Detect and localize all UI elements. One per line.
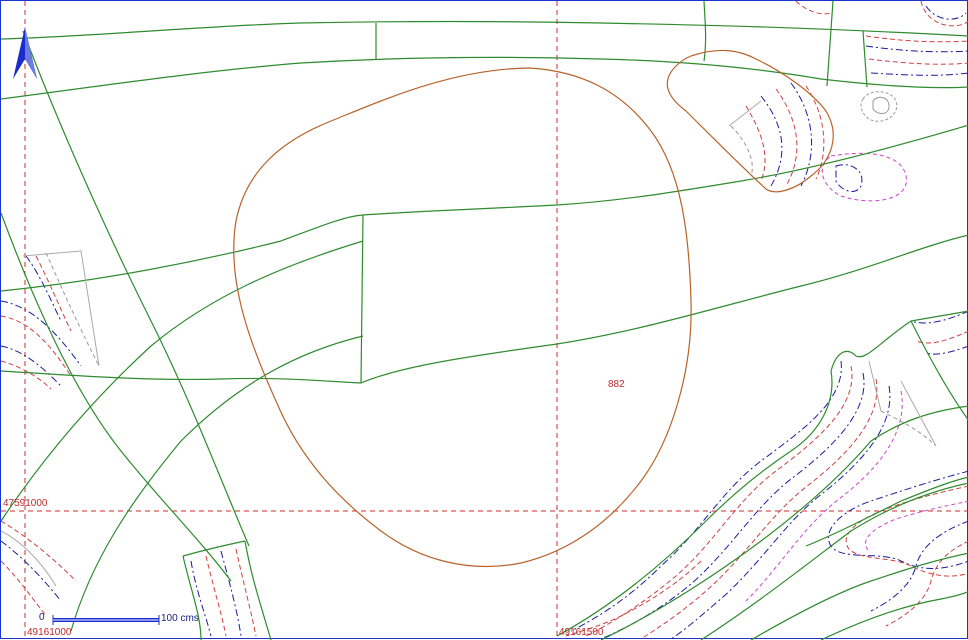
contour-line [845, 485, 968, 577]
map-canvas[interactable]: 47591000 49161000 49161500 882 0 100 cms [0, 0, 968, 640]
contour-line [205, 555, 227, 637]
parcel-boundary [862, 30, 868, 88]
contour-line [885, 540, 968, 627]
contour-line [45, 252, 100, 367]
contour-line [1, 520, 77, 582]
contour-line [860, 91, 898, 122]
contour-line [1, 345, 62, 387]
parcel-boundary [360, 234, 968, 384]
parcel-boundary [820, 590, 968, 640]
contour-line [745, 390, 903, 602]
parcel-boundary [1, 56, 968, 100]
contour-line [835, 164, 863, 192]
highlighted-parcel[interactable] [233, 49, 834, 568]
contour-line [925, 345, 968, 355]
parcel-boundary [910, 310, 968, 322]
parcel-882-boundary[interactable] [233, 67, 692, 568]
contour-line [865, 45, 968, 53]
contour-line [795, 1, 832, 15]
parcel-boundary [750, 552, 968, 640]
contour-line [35, 255, 72, 332]
parcel-boundary [700, 482, 968, 640]
scale-bar-start-label: 0 [39, 612, 45, 623]
contour-line [1, 540, 62, 602]
parcel-boundary [362, 124, 968, 216]
parcel-boundary [244, 540, 272, 640]
contour-line [670, 385, 891, 640]
easting-label-right: 49161500 [559, 627, 604, 638]
contour-line [864, 500, 968, 552]
contour-line [872, 96, 890, 114]
contour-line [870, 72, 968, 76]
highlighted-boundary-small[interactable] [666, 49, 834, 193]
parcel-boundary [556, 320, 912, 637]
contour-line [585, 365, 853, 637]
contour-line [570, 360, 842, 632]
contour-line [865, 35, 968, 43]
contour-line [775, 88, 798, 187]
parcel-boundary [910, 320, 968, 421]
parcel-boundary [1, 212, 232, 582]
contour-line [745, 105, 766, 182]
easting-label-left: 49161000 [27, 627, 72, 638]
contour-line [920, 1, 968, 27]
scale-bar-end-label: 100 cms [161, 613, 199, 624]
contour-lines [1, 1, 968, 640]
northing-label: 47591000 [3, 498, 48, 509]
contour-line [730, 125, 753, 177]
contour-line [915, 330, 968, 344]
contour-line [880, 410, 937, 447]
contour-line [220, 550, 242, 637]
aux-line [728, 100, 762, 127]
contour-line [821, 152, 907, 202]
contour-line [828, 470, 968, 569]
grid-lines [1, 1, 968, 640]
contour-line [1, 315, 72, 377]
parcel-boundary [1, 370, 362, 384]
map-drawing [1, 1, 968, 640]
contour-line [760, 95, 783, 187]
contour-line [925, 5, 967, 20]
parcel-boundary [182, 555, 202, 640]
contour-line [1, 360, 52, 390]
scale-bar [52, 615, 160, 625]
parcel-boundary [360, 214, 364, 384]
parcel-number-label[interactable]: 882 [608, 379, 625, 391]
contour-line [868, 58, 968, 65]
parcel-boundary [182, 540, 246, 557]
parcel-boundaries [1, 1, 968, 640]
north-arrow-icon [13, 27, 37, 79]
contour-line [1, 560, 47, 617]
parcel-boundary [1, 20, 968, 40]
contour-line [235, 548, 257, 637]
